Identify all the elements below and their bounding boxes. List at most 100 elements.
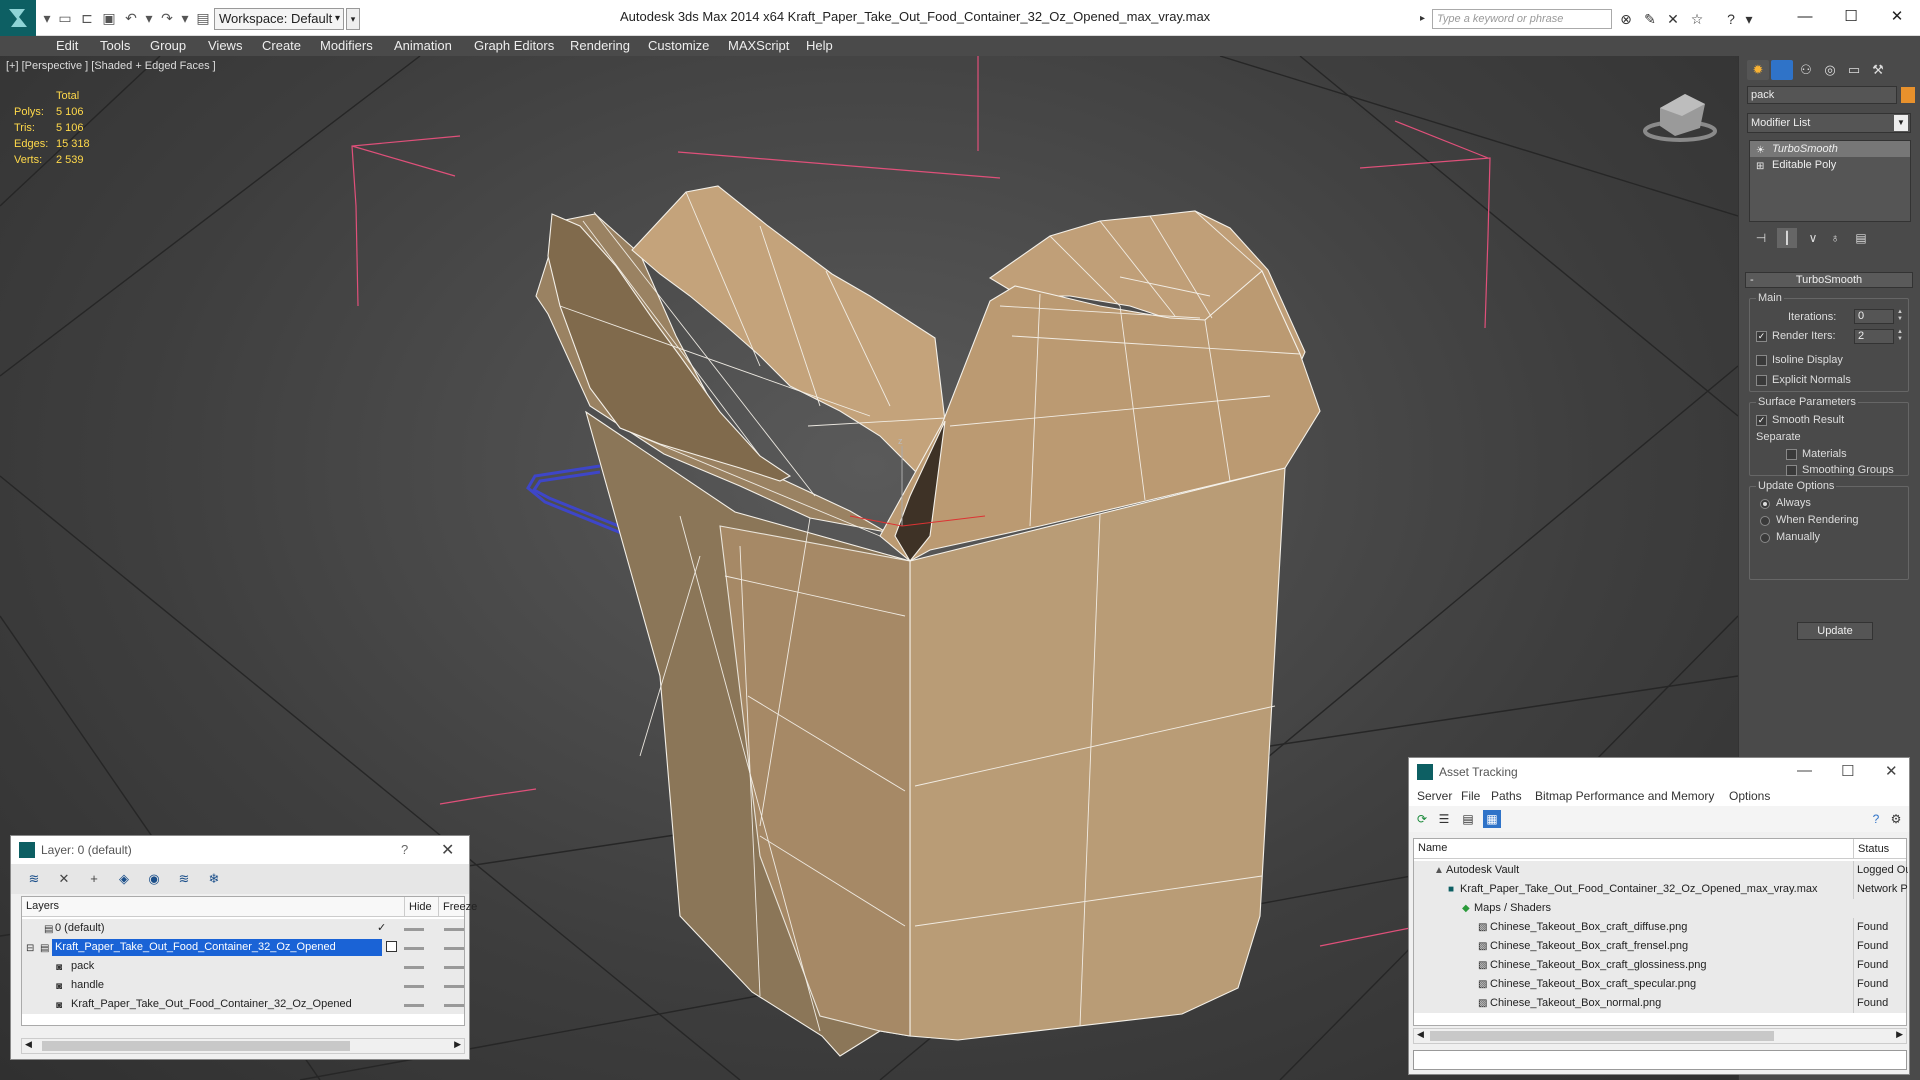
- menu-edit[interactable]: Edit: [56, 38, 78, 53]
- scrollbar-thumb[interactable]: [1430, 1031, 1774, 1041]
- menu-help[interactable]: Help: [806, 38, 833, 53]
- redo-dropdown-icon[interactable]: ▾: [176, 9, 194, 27]
- utilities-tab-icon[interactable]: ⚒: [1867, 60, 1889, 80]
- set-active-layer-box[interactable]: [386, 941, 397, 952]
- menu-create[interactable]: Create: [262, 38, 301, 53]
- menu-modifiers[interactable]: Modifiers: [320, 38, 373, 53]
- layer-window-titlebar[interactable]: Layer: 0 (default) ? ✕: [11, 836, 469, 864]
- dropdown-arrow-icon[interactable]: ▾: [38, 9, 56, 27]
- menu-maxscript[interactable]: MAXScript: [728, 38, 789, 53]
- favorites-star-icon[interactable]: ☆: [1688, 10, 1706, 28]
- rollout-header[interactable]: - TurboSmooth: [1745, 272, 1913, 288]
- object-color-swatch[interactable]: [1901, 87, 1915, 103]
- menu-customize[interactable]: Customize: [648, 38, 709, 53]
- column-status[interactable]: Status: [1853, 839, 1889, 859]
- table-view-icon[interactable]: ▦: [1483, 810, 1501, 828]
- render-iters-checkbox[interactable]: ✓: [1756, 331, 1767, 342]
- open-file-icon[interactable]: ⊏: [78, 9, 96, 27]
- freeze-all-layers-icon[interactable]: ❄: [205, 870, 223, 888]
- asset-row[interactable]: ■ Kraft_Paper_Take_Out_Food_Container_32…: [1414, 880, 1908, 899]
- column-layers[interactable]: Layers: [26, 900, 59, 912]
- redo-icon[interactable]: ↷: [158, 9, 176, 27]
- modifier-list-dropdown[interactable]: Modifier List ▼: [1747, 113, 1911, 133]
- make-unique-icon[interactable]: ∨: [1803, 228, 1823, 248]
- column-name[interactable]: Name: [1418, 842, 1447, 854]
- create-layer-icon[interactable]: ≋: [25, 870, 43, 888]
- viewcube-icon[interactable]: [1643, 94, 1717, 142]
- menu-bitmap-performance[interactable]: Bitmap Performance and Memory: [1535, 789, 1714, 803]
- scroll-left-icon[interactable]: ◀: [25, 1039, 32, 1050]
- active-layer-check-icon[interactable]: ✓: [377, 919, 386, 938]
- update-button[interactable]: Update: [1797, 622, 1873, 640]
- scroll-right-icon[interactable]: ▶: [1896, 1029, 1903, 1040]
- hide-toggle[interactable]: ▬▬: [404, 957, 424, 976]
- maximize-button[interactable]: ☐: [1836, 6, 1866, 28]
- column-freeze[interactable]: Freeze: [438, 897, 477, 917]
- workspace-dropdown[interactable]: Workspace: Default ▾: [214, 8, 344, 30]
- layer-row[interactable]: ◙ pack ▬▬ ▬▬: [22, 957, 464, 976]
- remove-modifier-icon[interactable]: ♁: [1825, 228, 1845, 248]
- asset-row[interactable]: ▧ Chinese_Takeout_Box_normal.png Found: [1414, 994, 1906, 1013]
- close-button[interactable]: ✕: [1885, 762, 1898, 780]
- horizontal-scrollbar[interactable]: ◀ ▶: [21, 1038, 465, 1054]
- maximize-button[interactable]: ☐: [1841, 762, 1854, 780]
- select-objects-icon[interactable]: ◈: [115, 870, 133, 888]
- render-iters-spinner[interactable]: 2: [1854, 329, 1894, 344]
- new-file-icon[interactable]: ▭: [56, 9, 74, 27]
- menu-views[interactable]: Views: [208, 38, 242, 53]
- motion-tab-icon[interactable]: ◎: [1819, 60, 1841, 80]
- menu-paths[interactable]: Paths: [1491, 789, 1522, 803]
- asset-path-field[interactable]: [1413, 1050, 1907, 1070]
- project-folder-icon[interactable]: ▤: [194, 9, 212, 27]
- create-tab-icon[interactable]: ✹: [1747, 60, 1769, 80]
- hierarchy-tab-icon[interactable]: ⚇: [1795, 60, 1817, 80]
- hide-toggle[interactable]: ▬▬: [404, 976, 424, 995]
- layer-row[interactable]: ⊟ ▤ Kraft_Paper_Take_Out_Food_Container_…: [22, 938, 464, 957]
- explicit-normals-checkbox[interactable]: [1756, 375, 1767, 386]
- column-hide[interactable]: Hide: [404, 897, 432, 917]
- spinner-arrows-icon[interactable]: ▲ ▼: [1896, 309, 1904, 324]
- save-icon[interactable]: ▣: [100, 9, 118, 27]
- layer-row[interactable]: ◙ handle ▬▬ ▬▬: [22, 976, 464, 995]
- asset-row[interactable]: ▧ Chinese_Takeout_Box_craft_diffuse.png …: [1414, 918, 1906, 937]
- scrollbar-thumb[interactable]: [42, 1041, 350, 1051]
- minimize-button[interactable]: —: [1790, 6, 1820, 28]
- modify-tab-icon[interactable]: [1771, 60, 1793, 80]
- delete-layer-icon[interactable]: ✕: [55, 870, 73, 888]
- close-button[interactable]: ✕: [441, 840, 454, 860]
- list-view-icon[interactable]: ☰: [1435, 810, 1453, 828]
- help-button[interactable]: ?: [401, 842, 408, 857]
- display-tab-icon[interactable]: ▭: [1843, 60, 1865, 80]
- layer-row[interactable]: ▤ 0 (default) ✓ ▬▬ ▬▬: [22, 919, 464, 938]
- menu-graph-editors[interactable]: Graph Editors: [474, 38, 554, 53]
- menu-options[interactable]: Options: [1729, 789, 1770, 803]
- viewport-label[interactable]: [+] [Perspective ] [Shaded + Edged Faces…: [6, 60, 216, 72]
- refresh-icon[interactable]: ⟳: [1413, 810, 1431, 828]
- asset-row[interactable]: ▧ Chinese_Takeout_Box_craft_specular.png…: [1414, 975, 1906, 994]
- asset-row[interactable]: ▧ Chinese_Takeout_Box_craft_frensel.png …: [1414, 937, 1906, 956]
- object-name-field[interactable]: pack: [1747, 86, 1897, 104]
- iterations-spinner[interactable]: 0: [1854, 309, 1894, 324]
- asset-window-titlebar[interactable]: Asset Tracking — ☐ ✕: [1409, 758, 1909, 786]
- help-icon[interactable]: ?: [1722, 10, 1740, 28]
- freeze-toggle[interactable]: ▬▬: [444, 995, 464, 1014]
- customize-toolbar-icon[interactable]: ▾: [346, 8, 360, 30]
- add-to-layer-icon[interactable]: +: [85, 870, 103, 888]
- freeze-toggle[interactable]: ▬▬: [444, 919, 464, 938]
- close-button[interactable]: ✕: [1882, 6, 1912, 28]
- hide-all-layers-icon[interactable]: ≋: [175, 870, 193, 888]
- scroll-right-icon[interactable]: ▶: [454, 1039, 461, 1050]
- scroll-left-icon[interactable]: ◀: [1417, 1029, 1424, 1040]
- communication-icon[interactable]: ✕: [1664, 10, 1682, 28]
- freeze-toggle[interactable]: ▬▬: [444, 957, 464, 976]
- minimize-button[interactable]: —: [1797, 762, 1812, 779]
- separate-smoothing-groups-checkbox[interactable]: [1786, 465, 1797, 476]
- separate-materials-checkbox[interactable]: [1786, 449, 1797, 460]
- menu-server[interactable]: Server: [1417, 789, 1452, 803]
- settings-icon[interactable]: ⚙: [1887, 810, 1905, 828]
- help-icon[interactable]: ?: [1867, 810, 1885, 828]
- search-input[interactable]: Type a keyword or phrase: [1432, 9, 1612, 29]
- menu-animation[interactable]: Animation: [394, 38, 452, 53]
- hide-toggle[interactable]: ▬▬: [404, 919, 424, 938]
- menu-file[interactable]: File: [1461, 789, 1480, 803]
